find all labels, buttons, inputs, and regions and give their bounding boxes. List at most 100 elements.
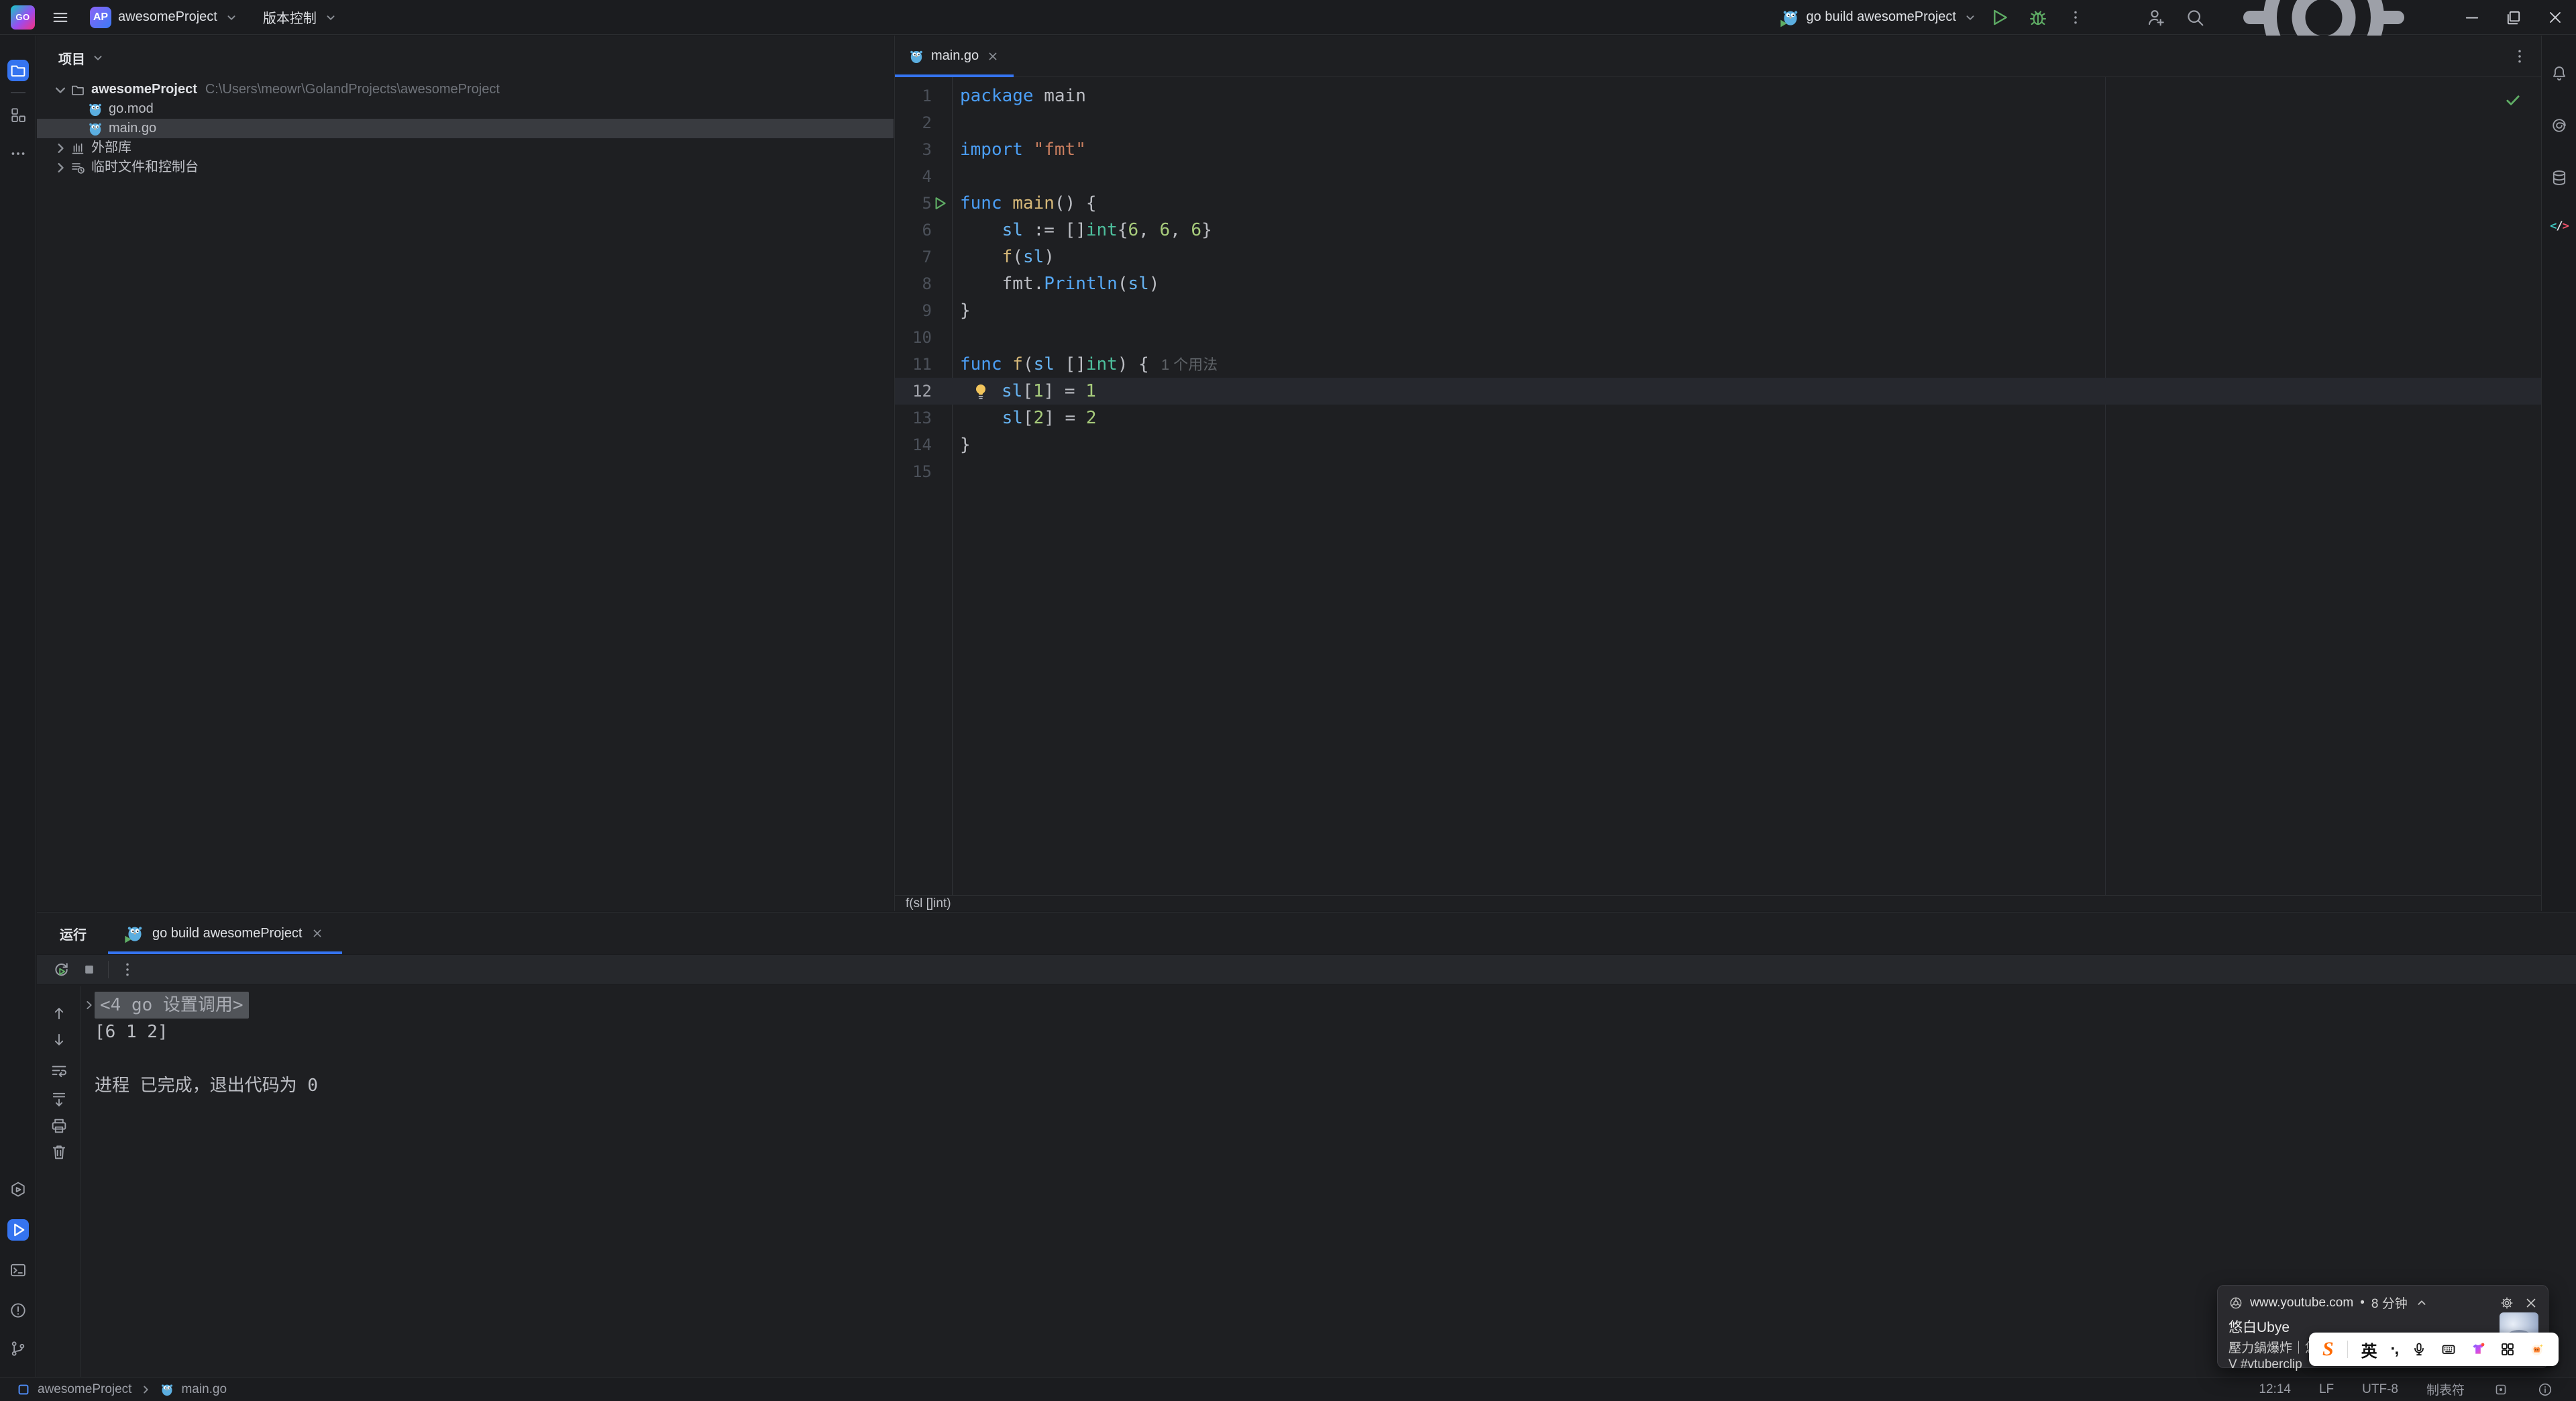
more-actions-icon[interactable]: [2066, 8, 2085, 27]
run-line-icon[interactable]: [931, 195, 949, 212]
microphone-icon[interactable]: [2411, 1341, 2427, 1357]
cursor-position[interactable]: 12:14: [2259, 1382, 2291, 1397]
restore-button[interactable]: [2493, 0, 2534, 34]
indent-style[interactable]: 制表符: [2426, 1380, 2465, 1398]
gutter[interactable]: 13: [895, 405, 952, 431]
gutter[interactable]: 14: [895, 431, 952, 458]
debug-button[interactable]: [2027, 7, 2049, 28]
code-plugin-button[interactable]: </>: [2548, 215, 2570, 237]
keyboard-icon[interactable]: [2440, 1341, 2457, 1357]
console-line-4[interactable]: 进程 已完成，退出代码为 0: [95, 1072, 2576, 1099]
notification-settings-icon[interactable]: [2500, 1296, 2514, 1310]
code-line-10[interactable]: 10: [895, 324, 2541, 351]
notifications-button[interactable]: [2548, 62, 2570, 84]
more-tool-windows-button[interactable]: [7, 143, 29, 164]
gutter[interactable]: 7: [895, 244, 952, 270]
code-line-11[interactable]: 11 func f(sl []int) {1 个用法: [895, 351, 2541, 378]
project-tool-button[interactable]: [7, 60, 29, 81]
gutter[interactable]: 11: [895, 351, 952, 378]
print-icon[interactable]: [50, 1117, 68, 1135]
intention-bulb[interactable]: [960, 378, 1002, 405]
code-line-2[interactable]: 2: [895, 109, 2541, 136]
run-configuration-selector[interactable]: go build awesomeProject: [1780, 8, 1978, 27]
readonly-lock-icon[interactable]: [2493, 1382, 2509, 1398]
gutter[interactable]: 10: [895, 324, 952, 351]
chevron-up-icon[interactable]: [2414, 1296, 2429, 1310]
run-more-options-icon[interactable]: [118, 960, 137, 979]
clear-console-icon[interactable]: [50, 1143, 68, 1161]
code-line-6[interactable]: 6 sl := []int{6, 6, 6}: [895, 217, 2541, 244]
close-run-tab-icon[interactable]: [310, 926, 325, 941]
code-line-15[interactable]: 15: [895, 458, 2541, 485]
run-tab-go-build[interactable]: go build awesomeProject: [108, 913, 343, 954]
project-panel-header[interactable]: 项目: [37, 36, 894, 80]
database-button[interactable]: [2548, 167, 2570, 189]
ime-emoji-icon[interactable]: [2529, 1341, 2545, 1357]
gutter[interactable]: 2: [895, 109, 952, 136]
status-breadcrumb[interactable]: awesomeProject main.go: [0, 1382, 227, 1397]
code-line-9[interactable]: 9}: [895, 297, 2541, 324]
tree-item-go.mod[interactable]: go.mod: [37, 99, 894, 119]
code-line-4[interactable]: 4: [895, 163, 2541, 190]
editor-tab-main-go[interactable]: main.go: [895, 36, 1014, 77]
ime-toolbar[interactable]: S 英 ·,: [2309, 1333, 2559, 1366]
tree-item--[interactable]: 临时文件和控制台: [37, 158, 894, 177]
main-menu-icon[interactable]: [51, 8, 70, 27]
close-button[interactable]: [2534, 0, 2576, 34]
code-line-5[interactable]: 5 func main() {: [895, 190, 2541, 217]
tree-item--[interactable]: 外部库: [37, 138, 894, 158]
search-everywhere-icon[interactable]: [2184, 7, 2206, 28]
services-tool-button[interactable]: [7, 1179, 29, 1200]
ime-punctuation-toggle[interactable]: ·,: [2391, 1340, 2400, 1359]
terminal-tool-button[interactable]: [7, 1259, 29, 1281]
editor-options-icon[interactable]: [2510, 47, 2529, 66]
console-line-3[interactable]: [95, 1045, 2576, 1072]
gutter[interactable]: 8: [895, 270, 952, 297]
code-line-12[interactable]: 12 sl[1] = 1: [895, 378, 2541, 405]
stop-icon[interactable]: [80, 960, 99, 979]
code-line-1[interactable]: 1 package main: [895, 83, 2541, 109]
vcs-widget[interactable]: 版本控制: [259, 5, 342, 30]
run-tool-button[interactable]: [7, 1219, 29, 1241]
notifications-status-icon[interactable]: [2537, 1382, 2553, 1398]
problems-tool-button[interactable]: [7, 1300, 29, 1321]
gutter[interactable]: 1: [895, 83, 952, 109]
run-panel-title[interactable]: 运行: [37, 924, 108, 943]
usages-inlay-hint[interactable]: 1 个用法: [1161, 356, 1218, 373]
code-line-7[interactable]: 7 f(sl): [895, 244, 2541, 270]
breadcrumb-file[interactable]: main.go: [181, 1382, 227, 1397]
soft-wrap-icon[interactable]: [50, 1061, 68, 1080]
tree-item-awesomeProject[interactable]: awesomeProject C:\Users\meowr\GolandProje…: [37, 80, 894, 99]
gutter[interactable]: 12: [895, 378, 952, 405]
gutter[interactable]: 5: [895, 190, 952, 217]
folded-command-text[interactable]: <4 go 设置调用>: [95, 992, 249, 1019]
code-editor[interactable]: 1 package main 2 3 import "fmt" 4 5 func main()…: [895, 77, 2541, 895]
next-occurrence-icon[interactable]: [50, 1031, 68, 1049]
chevron-right-icon[interactable]: [51, 158, 70, 177]
project-widget[interactable]: AP awesomeProject: [86, 4, 243, 31]
code-line-13[interactable]: 13 sl[2] = 2: [895, 405, 2541, 431]
fold-expand-icon[interactable]: [82, 998, 97, 1013]
code-line-8[interactable]: 8 fmt.Println(sl): [895, 270, 2541, 297]
version-control-tool-button[interactable]: [7, 1338, 29, 1359]
chevron-down-icon[interactable]: [51, 81, 70, 99]
code-with-me-icon[interactable]: [2145, 7, 2167, 28]
gutter[interactable]: 4: [895, 163, 952, 190]
file-encoding[interactable]: UTF-8: [2362, 1382, 2398, 1397]
notification-close-icon[interactable]: [2524, 1296, 2538, 1310]
close-tab-icon[interactable]: [985, 49, 1000, 64]
console-line-2[interactable]: [6 1 2]: [95, 1019, 2576, 1045]
scroll-to-end-icon[interactable]: [50, 1090, 68, 1108]
commit-tool-button[interactable]: [7, 104, 29, 125]
console-line-1[interactable]: <4 go 设置调用>: [87, 992, 2576, 1019]
chevron-right-icon[interactable]: [51, 139, 70, 158]
line-separator[interactable]: LF: [2319, 1382, 2334, 1397]
run-button[interactable]: [1988, 7, 2010, 28]
ime-language-toggle[interactable]: 英: [2361, 1338, 2377, 1361]
gutter[interactable]: 3: [895, 136, 952, 163]
ai-assistant-button[interactable]: [2548, 115, 2570, 136]
tree-item-main.go[interactable]: main.go: [37, 119, 894, 138]
prev-occurrence-icon[interactable]: [50, 1004, 68, 1023]
ime-skin-icon[interactable]: [2470, 1341, 2486, 1357]
code-line-3[interactable]: 3 import "fmt": [895, 136, 2541, 163]
